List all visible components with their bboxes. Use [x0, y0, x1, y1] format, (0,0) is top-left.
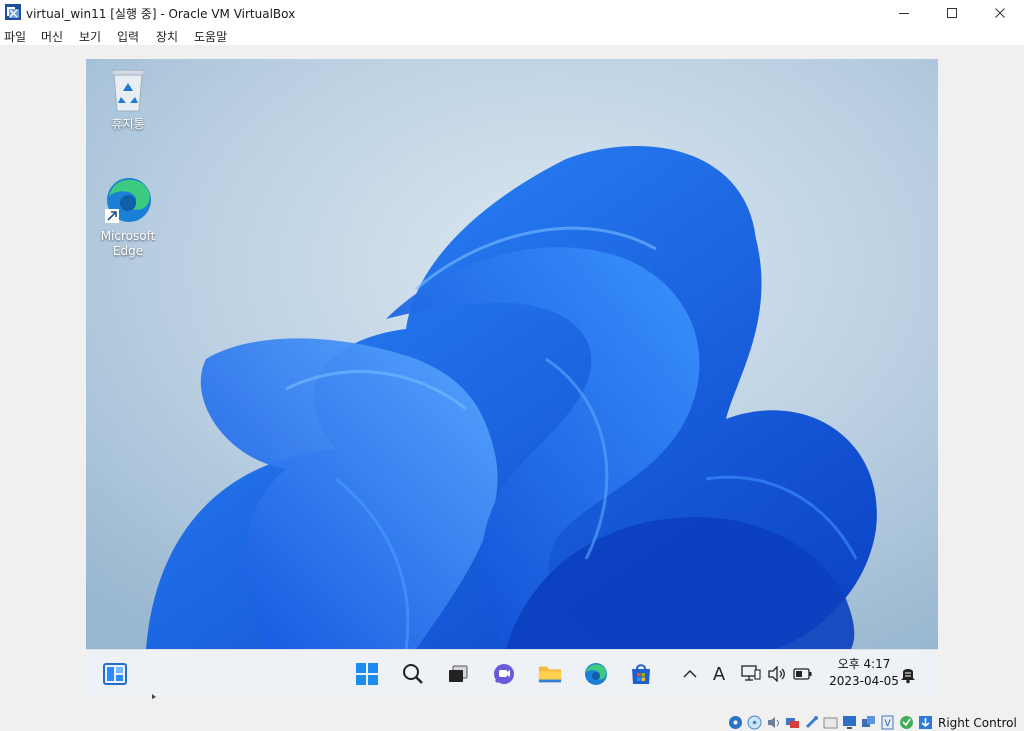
- menu-machine[interactable]: 머신: [41, 28, 63, 45]
- desktop-icon-label: 휴지통: [111, 117, 145, 131]
- cpu-icon[interactable]: V: [880, 715, 895, 730]
- mouse-integration-icon[interactable]: [899, 715, 914, 730]
- menu-devices[interactable]: 장치: [156, 28, 178, 45]
- clock-date: 2023-04-05: [829, 674, 899, 688]
- menu-file[interactable]: 파일: [4, 28, 26, 45]
- taskbar: A 오후 4:17 2023-04-05: [86, 649, 938, 697]
- recycle-bin-icon: [111, 69, 145, 112]
- close-icon: [995, 8, 1005, 18]
- minimize-button[interactable]: [880, 0, 928, 26]
- search-icon: [403, 664, 423, 684]
- display-icon[interactable]: [842, 715, 857, 730]
- virtualbox-status-bar: V Right Control: [0, 708, 1024, 731]
- minimize-icon: [899, 13, 909, 14]
- file-explorer-button[interactable]: [538, 662, 562, 686]
- menu-view[interactable]: 보기: [79, 28, 101, 45]
- ime-indicator[interactable]: A: [708, 663, 730, 685]
- widgets-icon: [103, 663, 127, 685]
- chat-icon: [494, 664, 514, 684]
- shared-folders-icon[interactable]: [823, 715, 838, 730]
- task-view-button[interactable]: [446, 662, 470, 686]
- menu-input[interactable]: 입력: [117, 28, 139, 45]
- chevron-up-icon: [683, 670, 697, 678]
- network-tray-button[interactable]: [740, 663, 762, 685]
- volume-icon: [768, 666, 785, 682]
- show-hidden-icons-button[interactable]: [680, 663, 700, 685]
- desktop-icon-label: Microsoft Edge: [100, 229, 156, 258]
- close-button[interactable]: [976, 0, 1024, 26]
- chat-button[interactable]: [492, 662, 516, 686]
- desktop-icon-recycle-bin[interactable]: 휴지통: [86, 67, 170, 132]
- mouse-cursor-icon: [152, 694, 156, 699]
- menu-bar: 파일 머신 보기 입력 장치 도움말: [0, 26, 1024, 45]
- menu-help[interactable]: 도움말: [194, 28, 227, 45]
- edge-icon: [585, 663, 607, 685]
- guest-display[interactable]: 휴지통 Microsoft Edge A 오후 4:17 2023-04-05: [86, 59, 938, 697]
- title-bar: virtual_win11 [실행 중] - Oracle VM Virtual…: [0, 0, 1024, 26]
- store-icon: [632, 664, 650, 684]
- start-button[interactable]: [355, 662, 379, 686]
- maximize-icon: [947, 8, 957, 18]
- recording-icon[interactable]: [861, 715, 876, 730]
- keyboard-icon[interactable]: [918, 715, 933, 730]
- battery-tray-button[interactable]: [792, 663, 814, 685]
- task-view-icon: [449, 665, 468, 682]
- file-explorer-icon: [538, 666, 562, 683]
- clock[interactable]: 오후 4:17 2023-04-05: [822, 656, 906, 690]
- battery-icon: [793, 668, 812, 680]
- hard-disk-icon[interactable]: [728, 715, 743, 730]
- maximize-button[interactable]: [928, 0, 976, 26]
- network-status-icon[interactable]: [785, 715, 800, 730]
- optical-drive-icon[interactable]: [747, 715, 762, 730]
- edge-taskbar-button[interactable]: [584, 662, 608, 686]
- start-icon: [356, 663, 378, 685]
- notification-bell-icon[interactable]: [898, 664, 918, 684]
- store-button[interactable]: [629, 662, 653, 686]
- widgets-button[interactable]: [103, 662, 127, 686]
- window-title: virtual_win11 [실행 중] - Oracle VM Virtual…: [26, 7, 296, 21]
- desktop-wallpaper: [86, 59, 938, 649]
- network-icon: [741, 665, 761, 681]
- usb-icon[interactable]: [804, 715, 819, 730]
- svg-text:V: V: [885, 719, 892, 729]
- volume-tray-button[interactable]: [766, 663, 788, 685]
- host-key-label: Right Control: [938, 716, 1017, 730]
- search-button[interactable]: [401, 662, 425, 686]
- desktop-icon-edge[interactable]: Microsoft Edge: [86, 175, 170, 259]
- edge-icon: [105, 178, 151, 223]
- clock-time: 오후 4:17: [837, 657, 891, 671]
- audio-icon[interactable]: [766, 715, 781, 730]
- virtualbox-app-icon: [5, 4, 21, 20]
